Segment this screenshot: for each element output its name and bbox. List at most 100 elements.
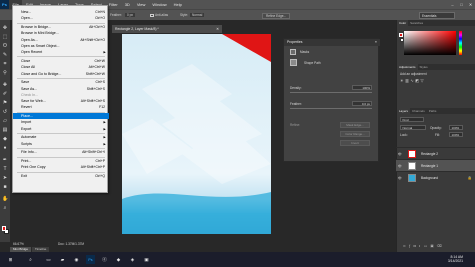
panel-menu-icon[interactable]: ≡ [375,40,377,44]
healing-brush-tool-icon[interactable]: ✚ [2,82,8,88]
gradient-tool-icon[interactable]: ▤ [2,127,8,133]
file-menu-item[interactable]: Browse in Bridge... Alt+Ctrl+O [13,24,109,30]
document-canvas[interactable] [122,34,271,234]
lasso-tool-icon[interactable]: ʘ [2,43,8,49]
maximize-button[interactable]: □ [457,0,466,9]
file-menu-item[interactable]: Exit Ctrl+Q [13,173,109,179]
foreground-color-swatch[interactable] [1,226,6,231]
task-view-icon[interactable]: ▭ [44,255,53,264]
menu-3d[interactable]: 3D [121,0,133,9]
history-brush-tool-icon[interactable]: ↺ [2,109,8,115]
refine-edge-button[interactable]: Refine Edge... [262,13,291,19]
dodge-tool-icon[interactable]: ● [2,145,8,151]
menu-help[interactable]: Help [170,0,185,9]
file-menu-item[interactable]: Close and Go to Bridge... Shift+Ctrl+W [13,71,109,77]
app-icon[interactable]: ◆ [114,255,123,264]
workspace-select[interactable]: Essentials [419,11,455,19]
file-menu-item[interactable]: Revert F12 [13,104,109,110]
zoom-level[interactable]: 66.67% [13,242,24,246]
color-picker-field[interactable] [404,31,456,55]
file-menu-item[interactable]: Scripts ▶ [13,141,109,147]
layer-name[interactable]: Background [421,176,438,180]
edge-icon[interactable]: ⓔ [100,255,109,264]
file-menu-item[interactable]: Import ▶ [13,119,109,125]
panel-foreground-swatch[interactable] [399,33,403,37]
file-menu-item[interactable]: Open Recent ▶ [13,49,109,55]
panel-background-swatch[interactable] [400,38,404,42]
clock[interactable]: 8:14 AM 3/14/2021 [448,255,463,264]
file-menu-item[interactable]: Export ▶ [13,126,109,132]
eraser-tool-icon[interactable]: ▱ [2,118,8,124]
minimize-button[interactable]: – [448,0,457,9]
file-menu-item[interactable]: Save Ctrl+S [13,79,109,85]
file-menu-item[interactable]: Save As... Shift+Ctrl+S [13,86,109,92]
density-input[interactable]: 100% [352,85,372,90]
file-menu-item[interactable]: Automate ▶ [13,134,109,140]
tab-color[interactable]: Color [397,20,409,26]
tab-swatches[interactable]: Swatches [408,20,425,26]
tab-adjustments[interactable]: Adjustments [397,64,418,70]
style-select[interactable]: Normal [190,13,205,17]
windows-start-icon[interactable]: ⊞ [6,255,15,264]
layer-kind-filter[interactable]: Kind [400,117,424,122]
file-menu-item[interactable]: Save for Web... Alt+Shift+Ctrl+S [13,98,109,104]
marquee-tool-icon[interactable]: ⬚ [2,34,8,40]
feather-slider[interactable] [290,108,372,109]
file-menu-item[interactable]: File Info... Alt+Shift+Ctrl+I [13,149,109,155]
file-menu-item[interactable]: Place... [13,113,109,120]
file-explorer-icon[interactable]: ▰ [58,255,67,264]
file-menu-item[interactable]: Open As... Alt+Shift+Ctrl+O [13,37,109,43]
hue-slider[interactable] [459,31,462,55]
clone-stamp-tool-icon[interactable]: ⚑ [2,100,8,106]
file-menu-item[interactable]: New... Ctrl+N [13,9,109,15]
menu-view[interactable]: View [133,0,149,9]
move-tool-icon[interactable]: ✥ [2,25,8,31]
brush-tool-icon[interactable]: ✐ [2,91,8,97]
layer-row[interactable]: 👁 Background 🔒 [396,171,475,183]
file-menu-item[interactable]: Close All Alt+Ctrl+W [13,64,109,70]
shape-tool-icon[interactable]: ■ [2,184,8,190]
quick-select-tool-icon[interactable]: ✎ [2,52,8,58]
tab-paths[interactable]: Paths [427,108,439,114]
eyedropper-tool-icon[interactable]: ⚲ [2,70,8,76]
tab-layers[interactable]: Layers [397,108,411,114]
layer-name[interactable]: Rectangle 2 [421,152,438,156]
fill-input[interactable]: 100% [449,132,463,137]
chrome-icon[interactable]: ◉ [72,255,81,264]
file-menu-item[interactable]: Open as Smart Object... [13,43,109,49]
vibrance-icon[interactable]: ▽ [421,78,426,83]
blur-tool-icon[interactable]: ◆ [2,136,8,142]
search-icon[interactable]: ⌕ [26,255,35,264]
pen-tool-icon[interactable]: ✒ [2,157,8,163]
tab-styles[interactable]: Styles [418,64,430,70]
file-menu-item[interactable]: Close Ctrl+W [13,58,109,64]
blend-mode-select[interactable]: Normal [400,125,426,130]
layer-row[interactable]: 👁 Rectangle 1 [396,159,475,171]
visibility-eye-icon[interactable]: 👁 [398,164,402,168]
layer-row[interactable]: 👁 Rectangle 2 [396,147,475,159]
close-document-icon[interactable]: ✕ [216,25,219,33]
feather-input[interactable]: 0 px [125,13,136,17]
color-range-button[interactable]: Color Range... [340,131,370,137]
mask-edge-button[interactable]: Mask Edge... [340,122,370,128]
visibility-eye-icon[interactable]: 👁 [398,176,402,180]
zoom-tool-icon[interactable]: ⌕ [2,205,8,211]
hand-tool-icon[interactable]: ✋ [2,196,8,202]
tab-channels[interactable]: Channels [410,108,427,114]
visibility-eye-icon[interactable]: 👁 [398,152,402,156]
file-menu-item[interactable]: Open... Ctrl+O [13,15,109,21]
crop-tool-icon[interactable]: ⌗ [2,61,8,67]
app-icon[interactable]: ◈ [128,255,137,264]
document-tab[interactable]: Rectangle 2, Layer Mask/8) * ✕ [112,25,222,33]
menu-window[interactable]: Window [149,0,170,9]
invert-button[interactable]: Invert [340,140,370,146]
app-icon[interactable]: ▣ [142,255,151,264]
feather-input[interactable]: 0.0 px [352,101,372,106]
trash-icon[interactable]: ⌫ [437,244,445,248]
file-menu-item[interactable]: Browse in Mini Bridge... [13,30,109,36]
density-slider[interactable] [290,92,372,93]
path-selection-tool-icon[interactable]: ➤ [2,175,8,181]
photoshop-taskbar-icon[interactable]: Ps [86,255,95,264]
opacity-input[interactable]: 100% [449,125,463,130]
file-menu-item[interactable]: Print One Copy Alt+Shift+Ctrl+P [13,164,109,170]
